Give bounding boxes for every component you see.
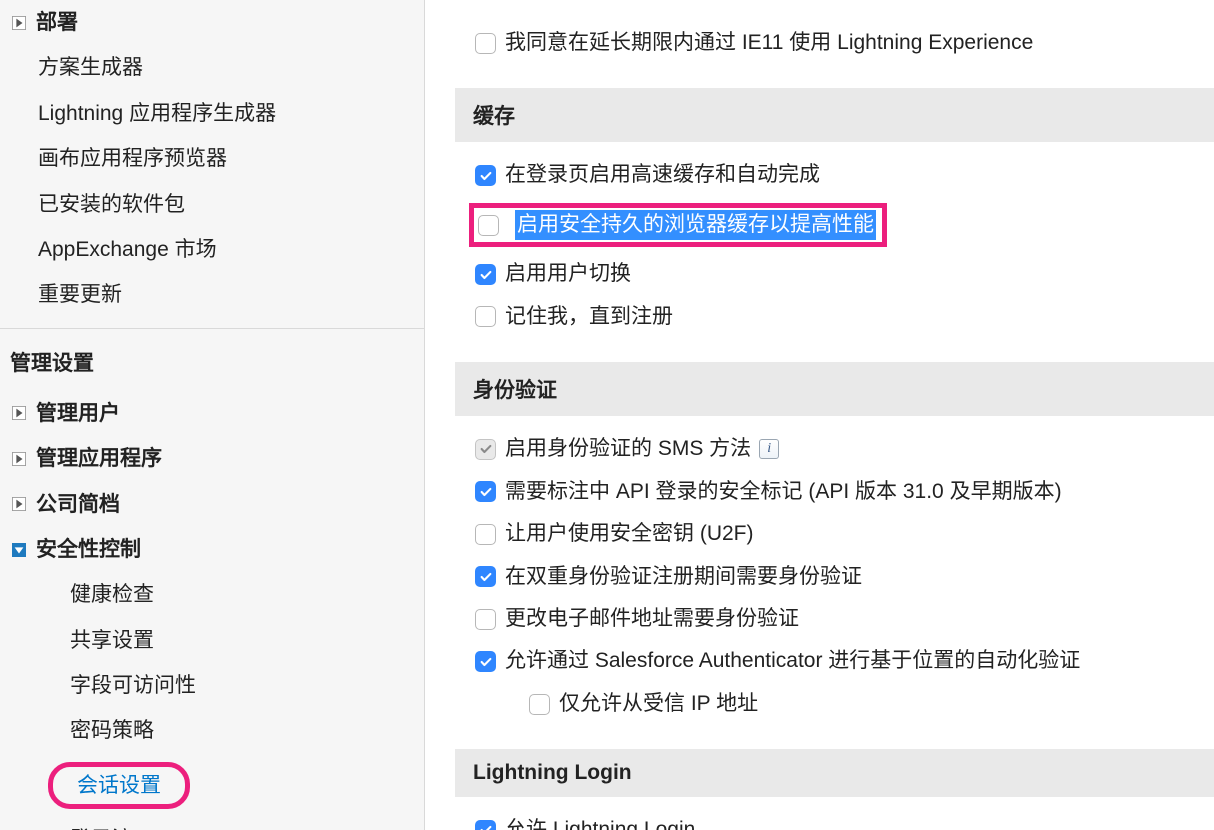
section-body-cache: 在登录页启用高速缓存和自动完成 启用安全持久的浏览器缓存以提高性能 启用用户切换… [475, 142, 1204, 338]
sidebar-item-canvas-previewer[interactable]: 画布应用程序预览器 [0, 136, 424, 181]
sidebar-group-company-profile[interactable]: 公司简档 [0, 482, 424, 527]
setting-label: 让用户使用安全密钥 (U2F) [505, 519, 754, 549]
section-body-auth: 启用身份验证的 SMS 方法 i 需要标注中 API 登录的安全标记 (API … [475, 416, 1204, 725]
setting-label: 需要标注中 API 登录的安全标记 (API 版本 31.0 及早期版本) [505, 477, 1062, 507]
sidebar-heading-admin: 管理设置 [0, 329, 424, 391]
section-heading-auth: 身份验证 [455, 362, 1214, 416]
checkbox-icon[interactable] [475, 165, 496, 186]
setting-mfa-registration[interactable]: 在双重身份验证注册期间需要身份验证 [475, 556, 1204, 598]
checkbox-icon[interactable] [475, 481, 496, 502]
checkbox-icon[interactable] [475, 651, 496, 672]
sidebar-item-session-settings-label: 会话设置 [48, 762, 190, 809]
setting-secure-persistent-cache[interactable]: 启用安全持久的浏览器缓存以提高性能 [475, 197, 1204, 253]
settings-content: 我同意在延长期限内通过 IE11 使用 Lightning Experience… [425, 0, 1214, 830]
setting-label: 允许通过 Salesforce Authenticator 进行基于位置的自动化… [505, 646, 1080, 676]
sidebar-item-installed-packages[interactable]: 已安装的软件包 [0, 182, 424, 227]
checkbox-icon[interactable] [475, 306, 496, 327]
checkbox-icon[interactable] [475, 33, 496, 54]
sidebar-item-sharing-settings[interactable]: 共享设置 [0, 618, 424, 663]
setting-label: 启用身份验证的 SMS 方法 [505, 434, 751, 464]
setting-label: 在登录页启用高速缓存和自动完成 [505, 160, 820, 190]
checkbox-icon[interactable] [475, 609, 496, 630]
chevron-right-icon [8, 450, 30, 468]
setting-label: 启用用户切换 [505, 259, 631, 289]
sidebar-item-scheme-builder[interactable]: 方案生成器 [0, 45, 424, 90]
chevron-right-icon [8, 14, 30, 32]
setting-trusted-ip-only[interactable]: 仅允许从受信 IP 地址 [475, 683, 1204, 725]
info-icon[interactable]: i [759, 439, 779, 459]
setting-label: 允许 Lightning Login [505, 815, 695, 830]
highlighted-setting: 启用安全持久的浏览器缓存以提高性能 [469, 203, 887, 247]
sidebar-item-appexchange[interactable]: AppExchange 市场 [0, 227, 424, 272]
checkbox-icon[interactable] [529, 694, 550, 715]
setting-label: 我同意在延长期限内通过 IE11 使用 Lightning Experience [505, 28, 1033, 58]
checkbox-icon[interactable] [478, 215, 499, 236]
sidebar-section-admin: 管理设置 管理用户 管理应用程序 公司简档 安全性控制 健康检查 [0, 329, 424, 830]
setting-user-switching[interactable]: 启用用户切换 [475, 253, 1204, 295]
setting-ie11-consent[interactable]: 我同意在延长期限内通过 IE11 使用 Lightning Experience [475, 22, 1204, 64]
checkbox-icon[interactable] [475, 264, 496, 285]
section-heading-cache: 缓存 [455, 88, 1214, 142]
setting-label: 启用安全持久的浏览器缓存以提高性能 [515, 210, 876, 240]
settings-sidebar: 部署 方案生成器 Lightning 应用程序生成器 画布应用程序预览器 已安装… [0, 0, 425, 830]
checkbox-icon [475, 439, 496, 460]
setting-authenticator-location[interactable]: 允许通过 Salesforce Authenticator 进行基于位置的自动化… [475, 640, 1204, 682]
sidebar-item-lightning-app-builder[interactable]: Lightning 应用程序生成器 [0, 91, 424, 136]
setting-allow-lightning-login[interactable]: 允许 Lightning Login [475, 809, 1204, 830]
sidebar-group-manage-apps[interactable]: 管理应用程序 [0, 436, 424, 481]
setting-cache-login[interactable]: 在登录页启用高速缓存和自动完成 [475, 154, 1204, 196]
setting-remember-me[interactable]: 记住我，直到注册 [475, 296, 1204, 338]
setting-label: 仅允许从受信 IP 地址 [559, 689, 758, 719]
sidebar-item-session-settings[interactable]: 会话设置 [0, 754, 424, 817]
chevron-right-icon [8, 404, 30, 422]
setting-label: 更改电子邮件地址需要身份验证 [505, 604, 799, 634]
chevron-down-icon [8, 541, 30, 559]
sidebar-item-login-flows[interactable]: 登录流 [0, 817, 424, 830]
setting-label: 在双重身份验证注册期间需要身份验证 [505, 562, 862, 592]
sidebar-item-field-accessibility[interactable]: 字段可访问性 [0, 663, 424, 708]
checkbox-icon[interactable] [475, 524, 496, 545]
sidebar-group-deploy[interactable]: 部署 [0, 0, 424, 45]
section-body-lightning-login: 允许 Lightning Login [475, 797, 1204, 830]
sidebar-group-manage-users[interactable]: 管理用户 [0, 391, 424, 436]
section-heading-lightning-login: Lightning Login [455, 749, 1214, 797]
sidebar-section-build: 部署 方案生成器 Lightning 应用程序生成器 画布应用程序预览器 已安装… [0, 0, 424, 329]
chevron-right-icon [8, 495, 30, 513]
setting-label: 记住我，直到注册 [505, 302, 673, 332]
setting-api-security-token[interactable]: 需要标注中 API 登录的安全标记 (API 版本 31.0 及早期版本) [475, 471, 1204, 513]
sidebar-group-deploy-label: 部署 [36, 8, 78, 37]
checkbox-icon[interactable] [475, 820, 496, 830]
sidebar-item-critical-updates[interactable]: 重要更新 [0, 272, 424, 317]
checkbox-icon[interactable] [475, 566, 496, 587]
setting-sms-auth[interactable]: 启用身份验证的 SMS 方法 i [475, 428, 1204, 470]
setting-email-change-auth[interactable]: 更改电子邮件地址需要身份验证 [475, 598, 1204, 640]
sidebar-group-security-controls[interactable]: 安全性控制 [0, 527, 424, 572]
sidebar-item-password-policies[interactable]: 密码策略 [0, 708, 424, 753]
setting-u2f[interactable]: 让用户使用安全密钥 (U2F) [475, 513, 1204, 555]
sidebar-item-health-check[interactable]: 健康检查 [0, 572, 424, 617]
